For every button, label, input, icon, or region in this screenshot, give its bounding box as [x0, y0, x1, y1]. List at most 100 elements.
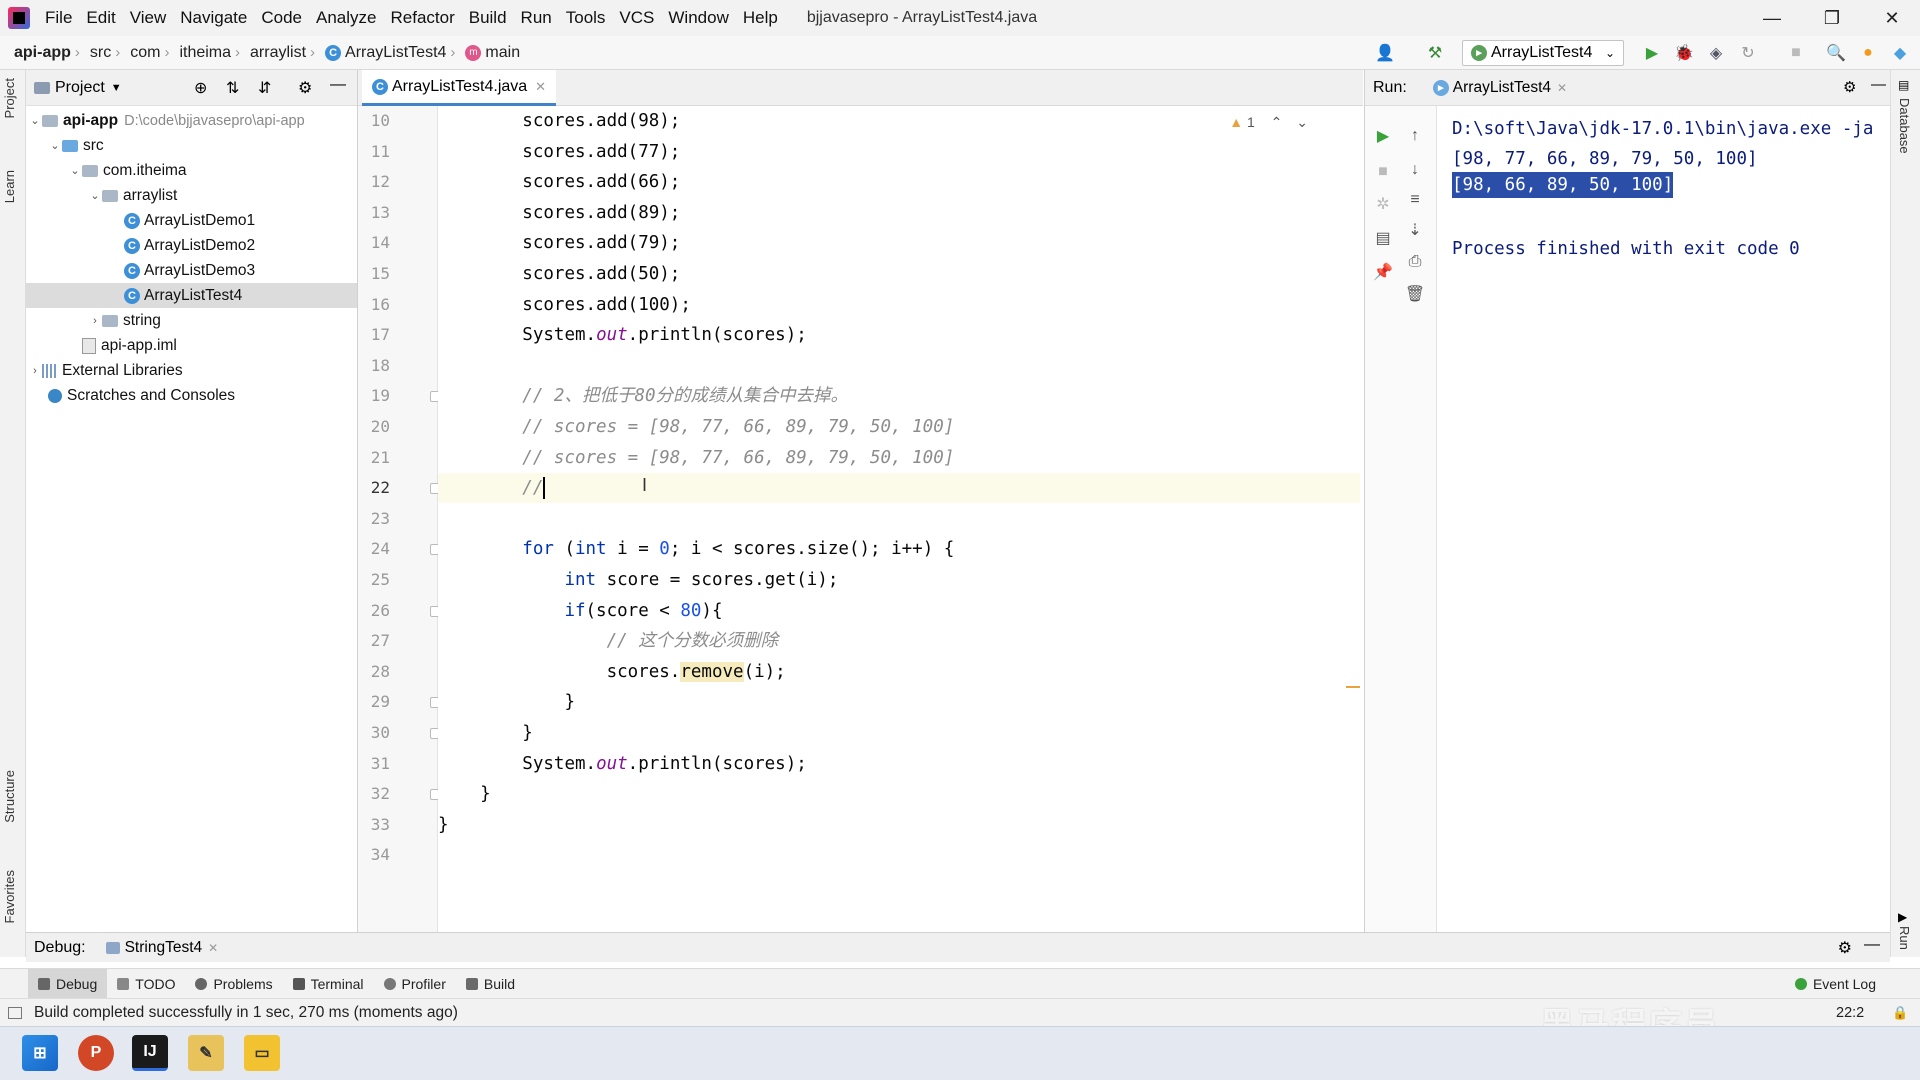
line-number[interactable]: 22: [362, 478, 390, 497]
layout-icon[interactable]: ▤: [1373, 228, 1393, 248]
jetbrains-icon[interactable]: ◆: [1890, 43, 1910, 63]
breadcrumb-com[interactable]: com: [120, 44, 164, 62]
tree-item-string[interactable]: › string: [26, 308, 357, 333]
side-tab-project[interactable]: Project: [2, 78, 17, 118]
menu-tools[interactable]: Tools: [559, 8, 613, 28]
menu-window[interactable]: Window: [661, 8, 735, 28]
hide-icon[interactable]: —: [330, 76, 346, 94]
side-tab-learn[interactable]: Learn: [2, 170, 17, 203]
tool-build[interactable]: Build: [456, 969, 525, 999]
tool-event-log[interactable]: Event Log: [1785, 969, 1886, 999]
project-header-label[interactable]: Project: [55, 79, 105, 97]
hide-icon[interactable]: —: [1864, 936, 1880, 954]
console-output[interactable]: D:\soft\Java\jdk-17.0.1\bin\java.exe -ja…: [1437, 106, 1891, 957]
menu-file[interactable]: File: [38, 8, 79, 28]
menu-vcs[interactable]: VCS: [612, 8, 661, 28]
profile-icon[interactable]: ↻: [1738, 43, 1758, 63]
soft-wrap-icon[interactable]: ≡: [1405, 190, 1425, 210]
line-number[interactable]: 34: [362, 845, 390, 864]
run-icon[interactable]: ▶: [1642, 43, 1662, 63]
line-number[interactable]: 29: [362, 692, 390, 711]
run-configuration-select[interactable]: ▸ ArrayListTest4 ⌄: [1462, 40, 1624, 66]
line-number[interactable]: 13: [362, 203, 390, 222]
tool-terminal[interactable]: Terminal: [283, 969, 374, 999]
menu-edit[interactable]: Edit: [79, 8, 122, 28]
tree-item-arraylisttest4[interactable]: C ArrayListTest4: [26, 283, 357, 308]
run-tab[interactable]: ▸ ArrayListTest4 ✕: [1432, 79, 1567, 97]
close-tab-icon[interactable]: ✕: [1557, 81, 1567, 95]
tree-item-src[interactable]: ⌄ src: [26, 133, 357, 158]
menu-build[interactable]: Build: [462, 8, 514, 28]
line-number[interactable]: 23: [362, 509, 390, 528]
close-tab-icon[interactable]: ✕: [535, 79, 546, 95]
print-icon[interactable]: ⎙: [1405, 252, 1425, 272]
pin-icon[interactable]: 📌: [1373, 262, 1393, 282]
breadcrumb-api-app[interactable]: api-app: [0, 44, 75, 62]
line-number[interactable]: 18: [362, 356, 390, 375]
stop-icon[interactable]: ■: [1373, 162, 1393, 182]
rerun-icon[interactable]: ▶: [1373, 126, 1393, 146]
breadcrumb-class[interactable]: C ArrayListTest4: [315, 44, 450, 62]
line-number[interactable]: 15: [362, 264, 390, 283]
close-icon[interactable]: ✕: [1862, 0, 1920, 36]
line-number[interactable]: 28: [362, 662, 390, 681]
scroll-to-end-icon[interactable]: ⇣: [1405, 220, 1425, 240]
menu-view[interactable]: View: [123, 8, 174, 28]
gear-icon[interactable]: ⚙: [298, 78, 312, 98]
trash-icon[interactable]: 🗑: [1405, 284, 1425, 304]
expand-all-icon[interactable]: ⇅: [226, 78, 239, 98]
locate-icon[interactable]: ⊕: [194, 78, 207, 98]
intellij-icon[interactable]: IJ: [132, 1035, 168, 1071]
lock-icon[interactable]: 🔒: [1892, 1005, 1908, 1021]
collapse-all-icon[interactable]: ⇵: [258, 78, 271, 98]
menu-navigate[interactable]: Navigate: [173, 8, 254, 28]
side-tab-run[interactable]: Run: [1897, 926, 1912, 950]
caret-position[interactable]: 22:2: [1836, 1005, 1864, 1021]
breadcrumb-itheima[interactable]: itheima: [169, 44, 235, 62]
tree-item-arraylistdemo1[interactable]: C ArrayListDemo1: [26, 208, 357, 233]
close-tab-icon[interactable]: ✕: [208, 941, 218, 955]
line-number[interactable]: 21: [362, 448, 390, 467]
line-number[interactable]: 10: [362, 111, 390, 130]
line-number[interactable]: 17: [362, 325, 390, 344]
hide-icon[interactable]: —: [1871, 76, 1886, 93]
tree-item-api-app[interactable]: ⌄ api-app D:\code\bjjavasepro\api-app: [26, 108, 357, 133]
code-editor[interactable]: ▲ 1 ⌃ ⌄ scores.add(98); scores.add(77); …: [438, 106, 1360, 957]
debug-bug-icon[interactable]: 🐞: [1674, 43, 1694, 63]
notes-icon[interactable]: ✎: [188, 1035, 224, 1071]
coverage-icon[interactable]: ◈: [1706, 43, 1726, 63]
windows-start-icon[interactable]: ⊞: [22, 1035, 58, 1071]
status-message[interactable]: Build completed successfully in 1 sec, 2…: [34, 1004, 458, 1022]
menu-run[interactable]: Run: [514, 8, 559, 28]
file-explorer-icon[interactable]: ▭: [244, 1035, 280, 1071]
tree-item-scratches[interactable]: Scratches and Consoles: [26, 383, 357, 408]
line-number[interactable]: 27: [362, 631, 390, 650]
line-number[interactable]: 19: [362, 386, 390, 405]
line-number[interactable]: 16: [362, 295, 390, 314]
restore-layout-icon[interactable]: ✲: [1373, 194, 1393, 214]
line-number[interactable]: 14: [362, 233, 390, 252]
line-number[interactable]: 26: [362, 601, 390, 620]
gear-icon[interactable]: ⚙: [1843, 78, 1856, 96]
side-tab-structure[interactable]: Structure: [2, 770, 17, 823]
tool-profiler[interactable]: Profiler: [374, 969, 456, 999]
tree-item-api-app-iml[interactable]: api-app.iml: [26, 333, 357, 358]
breadcrumb-method[interactable]: m main: [455, 44, 524, 62]
restore-icon[interactable]: ❐: [1802, 0, 1862, 36]
down-arrow-icon[interactable]: ↓: [1405, 160, 1425, 180]
update-icon[interactable]: ●: [1858, 43, 1878, 63]
menu-help[interactable]: Help: [736, 8, 785, 28]
up-arrow-icon[interactable]: ↑: [1405, 126, 1425, 146]
breadcrumb-arraylist[interactable]: arraylist: [240, 44, 310, 62]
powerpoint-icon[interactable]: P: [78, 1035, 114, 1071]
editor-tab-arraylisttest4[interactable]: C ArrayListTest4.java ✕: [362, 70, 557, 106]
side-tab-database[interactable]: Database: [1897, 98, 1912, 154]
tree-item-com-itheima[interactable]: ⌄ com.itheima: [26, 158, 357, 183]
tree-item-arraylistdemo2[interactable]: C ArrayListDemo2: [26, 233, 357, 258]
menu-refactor[interactable]: Refactor: [383, 8, 461, 28]
stop-icon[interactable]: ■: [1786, 43, 1806, 63]
breadcrumb-src[interactable]: src: [80, 44, 115, 62]
tool-problems[interactable]: Problems: [185, 969, 282, 999]
line-number[interactable]: 12: [362, 172, 390, 191]
tool-debug[interactable]: Debug: [28, 968, 108, 999]
